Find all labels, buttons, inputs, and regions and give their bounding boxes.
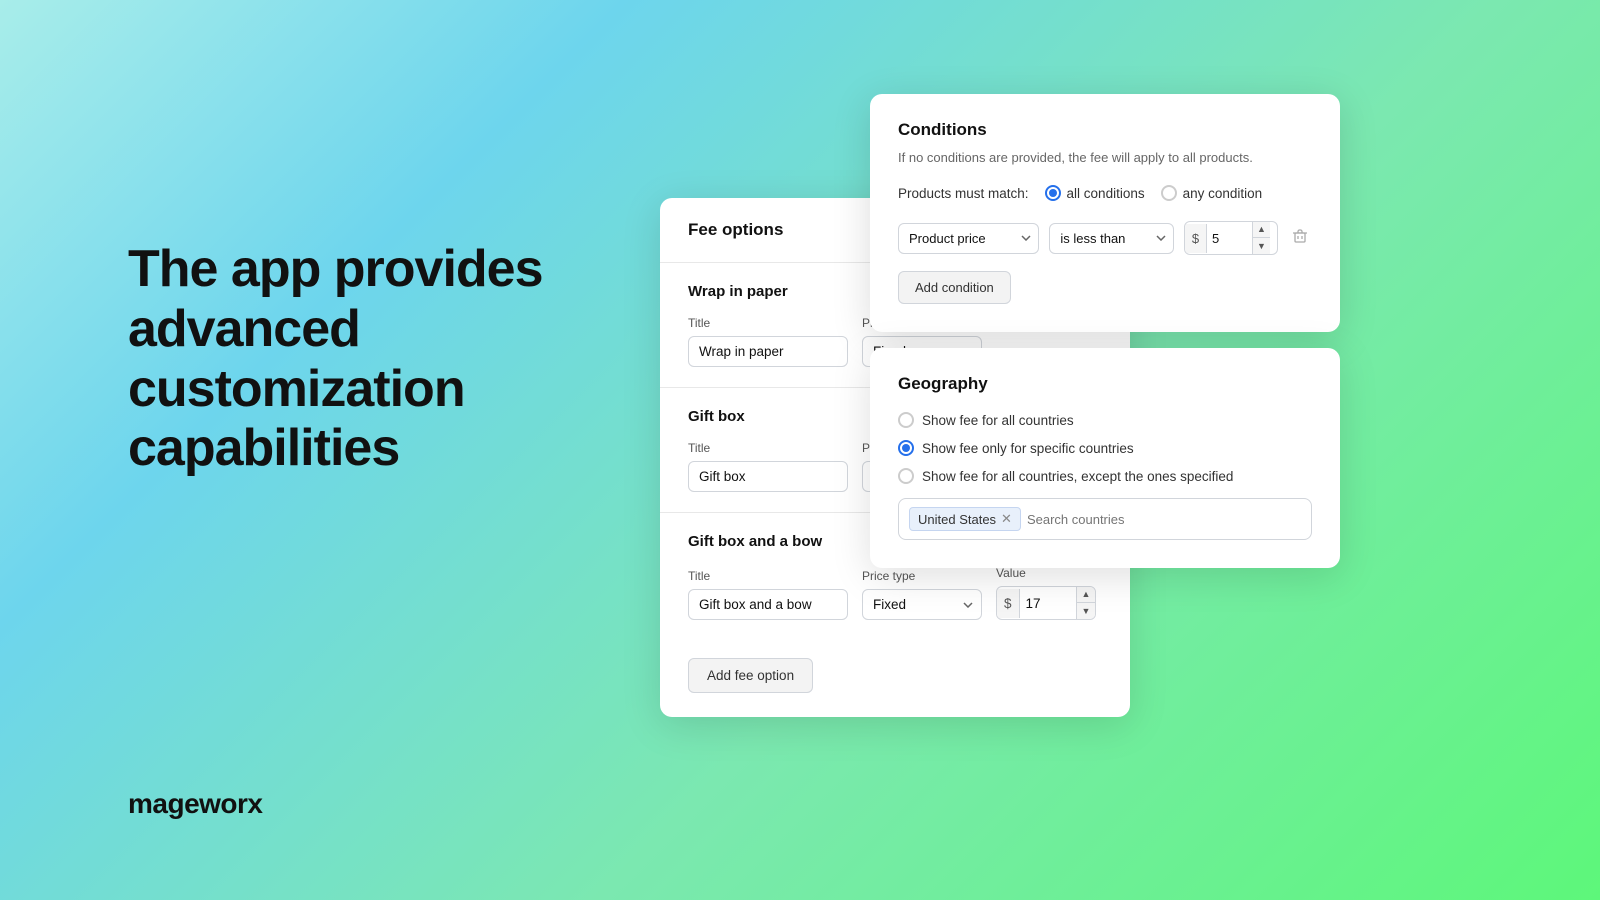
field-group-value-giftboxbow: Value $ ▲ ▼ — [996, 566, 1096, 620]
field-value-wrap-giftboxbow: $ ▲ ▼ — [996, 586, 1096, 620]
condition-currency: $ — [1185, 224, 1207, 253]
title-input-giftbox[interactable] — [688, 461, 848, 492]
field-label-title-giftbox: Title — [688, 441, 848, 455]
geo-option-except[interactable]: Show fee for all countries, except the o… — [898, 468, 1312, 484]
geo-option-specific-label: Show fee only for specific countries — [922, 441, 1134, 456]
country-tag-us-label: United States — [918, 512, 996, 527]
add-fee-button[interactable]: Add fee option — [688, 658, 813, 693]
field-group-price-giftboxbow: Price type Fixed Percent — [862, 569, 982, 620]
country-tag-us-remove[interactable]: ✕ — [1001, 511, 1012, 527]
geo-option-specific[interactable]: Show fee only for specific countries — [898, 440, 1312, 456]
geo-option-except-label: Show fee for all countries, except the o… — [922, 469, 1233, 484]
left-text-block: The app provides advanced customization … — [128, 240, 608, 479]
price-type-select-giftboxbow[interactable]: Fixed Percent — [862, 589, 982, 620]
radio-any-circle — [1161, 185, 1177, 201]
country-tag-us: United States ✕ — [909, 507, 1021, 531]
fee-fields-giftboxbow: Title Price type Fixed Percent Value $ ▲… — [688, 566, 1102, 620]
value-input-giftboxbow[interactable] — [1020, 589, 1076, 618]
radio-any-label: any condition — [1183, 186, 1263, 201]
field-group-title-giftbox: Title — [688, 441, 848, 492]
radio-all-inner — [1049, 189, 1057, 197]
value-up-giftboxbow[interactable]: ▲ — [1077, 587, 1096, 603]
field-label-title-giftboxbow: Title — [688, 569, 848, 583]
add-condition-button[interactable]: Add condition — [898, 271, 1011, 304]
field-label-title-wrap: Title — [688, 316, 848, 330]
match-label: Products must match: — [898, 186, 1029, 201]
headline: The app provides advanced customization … — [128, 240, 608, 479]
radio-geo-specific-circle — [898, 440, 914, 456]
conditions-card: Conditions If no conditions are provided… — [870, 94, 1340, 332]
condition-op-select[interactable]: is less than is greater than equals is n… — [1049, 223, 1173, 254]
condition-value-input[interactable] — [1207, 224, 1252, 253]
radio-all-circle — [1045, 185, 1061, 201]
condition-down[interactable]: ▼ — [1253, 238, 1270, 254]
field-group-title-wrap: Title — [688, 316, 848, 367]
radio-any-condition[interactable]: any condition — [1161, 185, 1263, 201]
match-row: Products must match: all conditions any … — [898, 185, 1312, 201]
geography-card: Geography Show fee for all countries Sho… — [870, 348, 1340, 568]
radio-all-label: all conditions — [1067, 186, 1145, 201]
field-label-price-giftboxbow: Price type — [862, 569, 982, 583]
value-spinners-giftboxbow: ▲ ▼ — [1076, 587, 1096, 619]
field-group-title-giftboxbow: Title — [688, 569, 848, 620]
countries-search-input[interactable] — [1027, 512, 1203, 527]
trash-icon — [1292, 228, 1308, 244]
currency-prefix-giftboxbow: $ — [997, 589, 1020, 618]
condition-delete-button[interactable] — [1288, 224, 1312, 253]
conditions-title: Conditions — [898, 120, 1312, 140]
radio-geo-all-circle — [898, 412, 914, 428]
radio-all-conditions[interactable]: all conditions — [1045, 185, 1145, 201]
brand-logo: mageworx — [128, 788, 263, 820]
countries-input-wrap[interactable]: United States ✕ — [898, 498, 1312, 540]
field-label-value-giftboxbow: Value — [996, 566, 1096, 580]
condition-up[interactable]: ▲ — [1253, 222, 1270, 238]
condition-value-wrap: $ ▲ ▼ — [1184, 221, 1278, 255]
conditions-desc: If no conditions are provided, the fee w… — [898, 150, 1312, 165]
condition-type-select[interactable]: Product price Product weight Product qty — [898, 223, 1039, 254]
title-input-giftboxbow[interactable] — [688, 589, 848, 620]
geo-option-all-label: Show fee for all countries — [922, 413, 1074, 428]
title-input-wrap[interactable] — [688, 336, 848, 367]
geo-option-all[interactable]: Show fee for all countries — [898, 412, 1312, 428]
geography-title: Geography — [898, 374, 1312, 394]
radio-geo-specific-inner — [902, 444, 910, 452]
value-down-giftboxbow[interactable]: ▼ — [1077, 603, 1096, 619]
radio-geo-except-circle — [898, 468, 914, 484]
condition-row: Product price Product weight Product qty… — [898, 221, 1312, 255]
condition-spinners: ▲ ▼ — [1252, 222, 1270, 254]
